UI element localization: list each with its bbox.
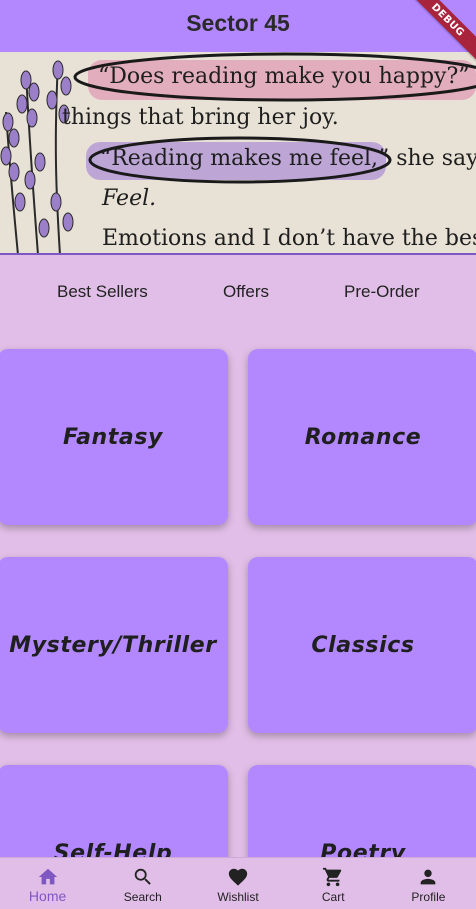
bottom-navigation-bar: Home Search Wishlist Cart Profile: [0, 857, 476, 909]
banner-quote-line: “Does reading make you happy?”: [98, 64, 470, 89]
banner-quote-line: “Reading makes me feel,” she says: [100, 146, 476, 171]
category-label: Fantasy: [62, 424, 163, 450]
nav-label: Cart: [321, 890, 345, 904]
category-card-fantasy[interactable]: Fantasy: [0, 349, 228, 525]
nav-item-profile[interactable]: Profile: [381, 858, 476, 909]
banner-quote-line: Feel.: [102, 186, 157, 211]
app-title: Sector 45: [186, 9, 290, 36]
category-label: Classics: [311, 632, 415, 658]
heart-icon: [228, 868, 248, 886]
nav-item-home[interactable]: Home: [0, 858, 95, 909]
app-bar: Sector 45: [0, 0, 476, 52]
nav-label: Search: [123, 890, 162, 904]
tab-pre-order[interactable]: Pre-Order: [344, 282, 420, 302]
nav-item-search[interactable]: Search: [95, 858, 190, 909]
banner-quote-line: Emotions and I don’t have the best: [102, 226, 476, 251]
nav-label: Profile: [411, 890, 446, 904]
filter-tabs: Best Sellers Offers Pre-Order: [0, 282, 476, 322]
nav-item-cart[interactable]: Cart: [286, 858, 381, 909]
tab-best-sellers[interactable]: Best Sellers: [57, 282, 148, 302]
category-label: Romance: [304, 424, 422, 450]
cart-icon: [323, 867, 342, 887]
banner-quote-line: things that bring her joy.: [62, 105, 339, 130]
category-label: Mystery/Thriller: [9, 632, 217, 658]
nav-item-wishlist[interactable]: Wishlist: [190, 858, 285, 909]
category-card-mystery-thriller[interactable]: Mystery/Thriller: [0, 557, 228, 733]
nav-label: Home: [28, 888, 67, 904]
category-card-romance[interactable]: Romance: [248, 349, 476, 525]
tab-offers[interactable]: Offers: [223, 282, 269, 302]
home-icon: [38, 868, 57, 885]
nav-label: Wishlist: [217, 890, 259, 904]
category-card-classics[interactable]: Classics: [248, 557, 476, 733]
search-icon: [134, 868, 151, 885]
person-icon: [421, 869, 436, 885]
hero-banner-image: “Does reading make you happy?” things th…: [0, 52, 476, 255]
